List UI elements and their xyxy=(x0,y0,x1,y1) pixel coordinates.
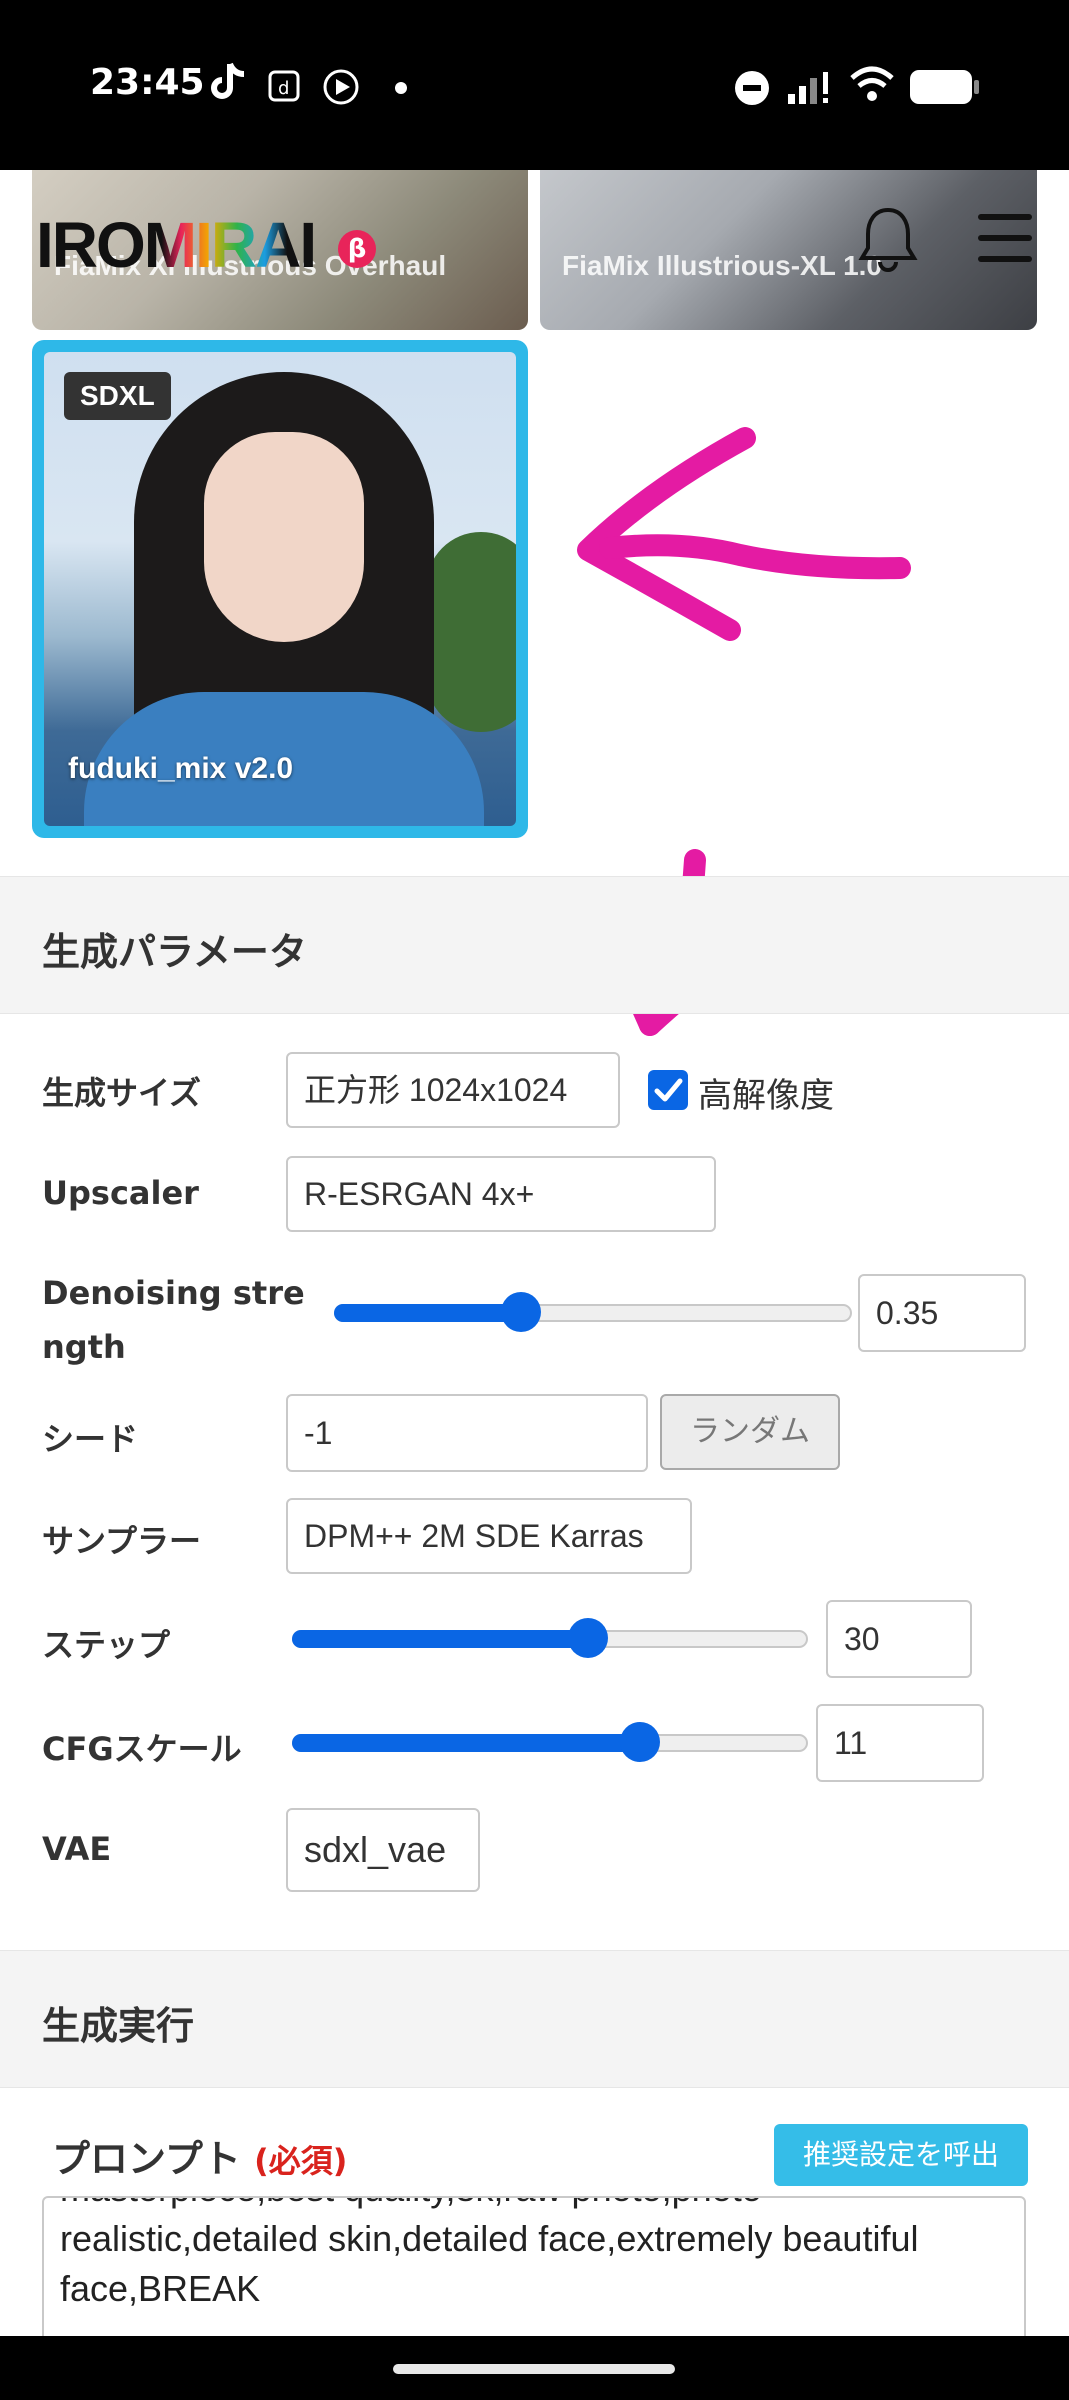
beta-badge: β xyxy=(338,230,376,268)
hires-checkbox[interactable] xyxy=(648,1070,688,1110)
seed-input[interactable]: -1 xyxy=(286,1394,648,1472)
vae-label: VAE xyxy=(42,1830,112,1868)
exec-section-header: 生成実行 xyxy=(0,1950,1069,2088)
battery-icon xyxy=(910,70,979,104)
music-icon: d xyxy=(268,70,300,102)
hires-label: 高解像度 xyxy=(698,1076,834,1116)
upscaler-label: Upscaler xyxy=(42,1174,199,1212)
clock: 23:45 xyxy=(90,62,205,103)
system-nav-bar xyxy=(0,2336,1069,2400)
upscaler-select[interactable]: R-ESRGAN 4x+ xyxy=(286,1156,716,1232)
denoising-input[interactable]: 0.35 xyxy=(858,1274,1026,1352)
required-marker: (必須) xyxy=(254,2142,348,2180)
dnd-icon xyxy=(735,71,769,105)
cfg-label: CFGスケール xyxy=(42,1730,242,1768)
section-title: 生成実行 xyxy=(42,2004,195,2048)
model-name: fuduki_mix v2.0 xyxy=(68,752,294,785)
site-logo[interactable]: IROMIRAI xyxy=(36,209,317,281)
steps-label: ステップ xyxy=(42,1626,171,1664)
home-indicator[interactable] xyxy=(393,2364,675,2374)
random-seed-button[interactable]: ランダム xyxy=(660,1394,840,1470)
check-icon xyxy=(654,1078,683,1102)
model-preview-image: SDXL fuduki_mix v2.0 xyxy=(44,352,516,826)
vae-select[interactable]: sdxl_vae xyxy=(286,1808,480,1892)
left-arrow-annotation xyxy=(577,427,911,641)
denoising-label: Denoising strength xyxy=(42,1274,305,1366)
cfg-slider[interactable] xyxy=(292,1722,808,1762)
params-section-header: 生成パラメータ xyxy=(0,876,1069,1014)
seed-label: シード xyxy=(42,1420,139,1458)
logo-text: IROMIRAI xyxy=(36,209,317,281)
sampler-select[interactable]: DPM++ 2M SDE Karras xyxy=(286,1498,692,1574)
section-title: 生成パラメータ xyxy=(42,930,307,974)
cfg-input[interactable]: 11 xyxy=(816,1704,984,1782)
wifi-icon xyxy=(850,66,894,101)
steps-slider[interactable] xyxy=(292,1618,808,1658)
sampler-label: サンプラー xyxy=(42,1522,202,1560)
dot-icon xyxy=(395,82,407,94)
prompt-text: masterpiece,best quality,8k,raw photo,ph… xyxy=(60,2198,919,2309)
steps-input[interactable]: 30 xyxy=(826,1600,972,1678)
denoising-slider[interactable] xyxy=(334,1292,852,1332)
size-select[interactable]: 正方形 1024x1024 xyxy=(286,1052,620,1128)
site-header: FiaMix Xl Illustrious Overhaul FiaMix Il… xyxy=(0,170,1069,340)
model-thumb-caption: FiaMix Illustrious-XL 1.0 xyxy=(562,250,883,281)
selected-model-card[interactable]: SDXL fuduki_mix v2.0 xyxy=(32,340,528,838)
recommend-settings-button[interactable]: 推奨設定を呼出 xyxy=(774,2124,1028,2186)
prompt-label-text: プロンプト xyxy=(52,2137,241,2181)
svg-text:d: d xyxy=(278,78,289,99)
model-type-badge: SDXL xyxy=(64,372,171,420)
media-icon xyxy=(323,69,359,105)
signal-icon xyxy=(788,72,828,104)
tiktok-icon xyxy=(211,62,245,99)
bell-icon[interactable] xyxy=(856,204,920,274)
status-bar: 23:45 d xyxy=(0,0,1069,170)
hamburger-menu-icon[interactable] xyxy=(978,214,1032,264)
prompt-label: プロンプト (必須) xyxy=(52,2128,347,2183)
size-label: 生成サイズ xyxy=(42,1074,202,1112)
model-thumb[interactable]: FiaMix Illustrious-XL 1.0 xyxy=(540,170,1037,330)
